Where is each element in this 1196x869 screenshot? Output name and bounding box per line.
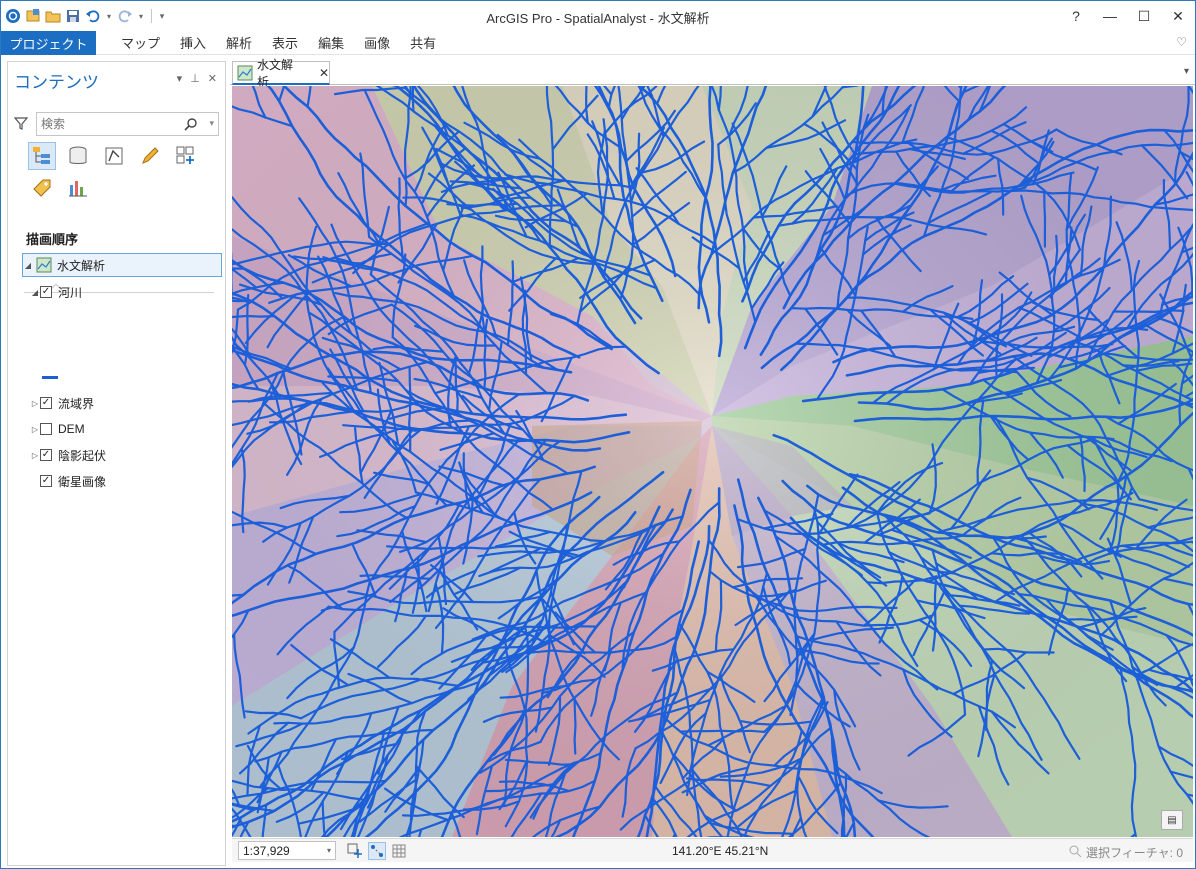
ribbon-tab-list: マップ 挿入 解析 表示 編集 画像 共有 — [111, 31, 446, 55]
pane-close-icon[interactable]: ✕ — [208, 72, 217, 85]
selected-features-text: 選択フィーチャ: 0 — [1086, 846, 1183, 860]
list-by-drawing-order-icon[interactable] — [28, 142, 56, 170]
window-controls: ? — ☐ ✕ — [1059, 1, 1195, 31]
map-item[interactable]: ◢ 水文解析 — [22, 253, 222, 277]
maximize-button[interactable]: ☐ — [1127, 1, 1161, 31]
expand-layer-icon[interactable]: ▷ — [30, 399, 40, 408]
layer-name: 流域界 — [58, 396, 95, 411]
stream-legend-symbol — [42, 376, 58, 379]
view-tab-bar: 水文解析 ✕ ▾ — [230, 58, 1195, 89]
map-view-tab-label: 水文解析 — [257, 57, 294, 89]
contents-title: コンテンツ — [14, 73, 99, 92]
stream-segment — [573, 696, 577, 755]
status-bar: 1:37,929 ▾ 141.20°E 45.21°N 選択フィーチャ: 0 — [232, 838, 1193, 862]
map-icon — [237, 65, 253, 81]
layer-visibility-checkbox[interactable]: ✓ — [40, 449, 52, 461]
tab-list-dropdown-icon[interactable]: ▾ — [1184, 66, 1189, 77]
tab-analysis[interactable]: 解析 — [216, 31, 262, 55]
layer-name: DEM — [58, 422, 85, 436]
pin-icon[interactable]: ⊥ — [190, 72, 200, 85]
expand-layer-icon[interactable]: ▷ — [30, 425, 40, 434]
map-name: 水文解析 — [57, 258, 106, 273]
tab-view[interactable]: 表示 — [262, 31, 308, 55]
layer-visibility-checkbox[interactable] — [40, 423, 52, 435]
ribbon-expand-icon[interactable]: ♡ — [1176, 35, 1187, 49]
list-by-labeling-icon[interactable] — [28, 174, 56, 202]
tab-imagery[interactable]: 画像 — [354, 31, 400, 55]
drawing-order-label: 描画順序 — [26, 232, 79, 247]
list-by-editing-icon[interactable] — [136, 142, 164, 170]
snapping-icon[interactable] — [368, 842, 386, 860]
map-graphic[interactable] — [232, 86, 1193, 837]
contents-pane: コンテンツ ▾ ⊥ ✕ ▾ — [7, 61, 226, 866]
collapse-layer-icon[interactable]: ◢ — [30, 288, 40, 297]
map-view-tab[interactable]: 水文解析 ✕ — [232, 58, 330, 89]
window-title: ArcGIS Pro - SpatialAnalyst - 水文解析 — [486, 11, 710, 26]
close-button[interactable]: ✕ — [1161, 1, 1195, 31]
layer-row-watersheds[interactable]: ▷ ✓ 流域界 — [30, 391, 94, 415]
overview-map-icon[interactable]: ▤ — [1161, 810, 1183, 830]
ribbon-tabs: プロジェクト マップ 挿入 解析 表示 編集 画像 共有 ♡ — [1, 31, 1195, 55]
minimize-button[interactable]: — — [1093, 1, 1127, 31]
tab-map[interactable]: マップ — [111, 31, 170, 55]
search-dropdown-icon[interactable]: ▾ — [209, 118, 214, 129]
tab-edit[interactable]: 編集 — [308, 31, 354, 55]
scale-value: 1:37,929 — [243, 844, 290, 858]
list-by-snapping-icon[interactable] — [172, 142, 200, 170]
layer-row-hillshade[interactable]: ▷ ✓ 陰影起伏 — [30, 443, 106, 467]
grid-icon[interactable] — [390, 842, 408, 860]
tab-insert[interactable]: 挿入 — [170, 31, 216, 55]
scale-dropdown-icon[interactable]: ▾ — [327, 846, 331, 855]
selected-features-indicator[interactable]: 選択フィーチャ: 0 — [1068, 844, 1183, 861]
coordinate-readout: 141.20°E 45.21°N — [672, 844, 769, 858]
list-by-selection-icon[interactable] — [100, 142, 128, 170]
layer-visibility-checkbox[interactable]: ✓ — [40, 475, 52, 487]
layer-visibility-checkbox[interactable]: ✓ — [40, 286, 52, 298]
map-canvas[interactable] — [232, 86, 1193, 837]
stream-segment — [446, 202, 519, 207]
layer-name: 衛星画像 — [58, 474, 107, 489]
collapse-map-icon[interactable]: ◢ — [23, 261, 33, 270]
selection-icon — [1068, 844, 1082, 861]
list-by-source-icon[interactable] — [64, 142, 92, 170]
close-tab-icon[interactable]: ✕ — [319, 66, 329, 80]
title-bar: ▾ ▾ ▾ ArcGIS Pro - SpatialAnalyst - 水文解析… — [1, 1, 1195, 31]
layer-row-dem[interactable]: ▷ DEM — [30, 417, 85, 441]
scale-selector[interactable]: 1:37,929 ▾ — [238, 841, 336, 860]
map-units-icon[interactable] — [346, 842, 364, 860]
layer-visibility-checkbox[interactable]: ✓ — [40, 397, 52, 409]
map-icon — [36, 257, 52, 273]
watershed-polygons — [232, 86, 1193, 837]
pane-options-icon[interactable]: ▾ — [177, 72, 183, 85]
app-window: ▾ ▾ ▾ ArcGIS Pro - SpatialAnalyst - 水文解析… — [0, 0, 1196, 869]
search-box[interactable]: ▾ — [36, 112, 219, 136]
help-button[interactable]: ? — [1059, 1, 1093, 31]
layer-name: 陰影起伏 — [58, 448, 107, 463]
filter-icon[interactable] — [13, 116, 29, 133]
layer-row-streams[interactable]: ◢ ✓ 河川 — [30, 280, 82, 304]
list-by-charts-icon[interactable] — [64, 174, 92, 202]
search-input[interactable] — [41, 116, 181, 132]
layer-row-imagery[interactable]: ✓ 衛星画像 — [30, 469, 106, 493]
tab-project[interactable]: プロジェクト — [1, 31, 96, 55]
expand-layer-icon[interactable]: ▷ — [30, 451, 40, 460]
stream-segment — [1043, 189, 1047, 248]
tab-share[interactable]: 共有 — [400, 31, 446, 55]
pane-controls: ▾ ⊥ ✕ — [177, 72, 217, 85]
search-icon[interactable] — [184, 117, 198, 134]
layer-name: 河川 — [58, 285, 83, 300]
